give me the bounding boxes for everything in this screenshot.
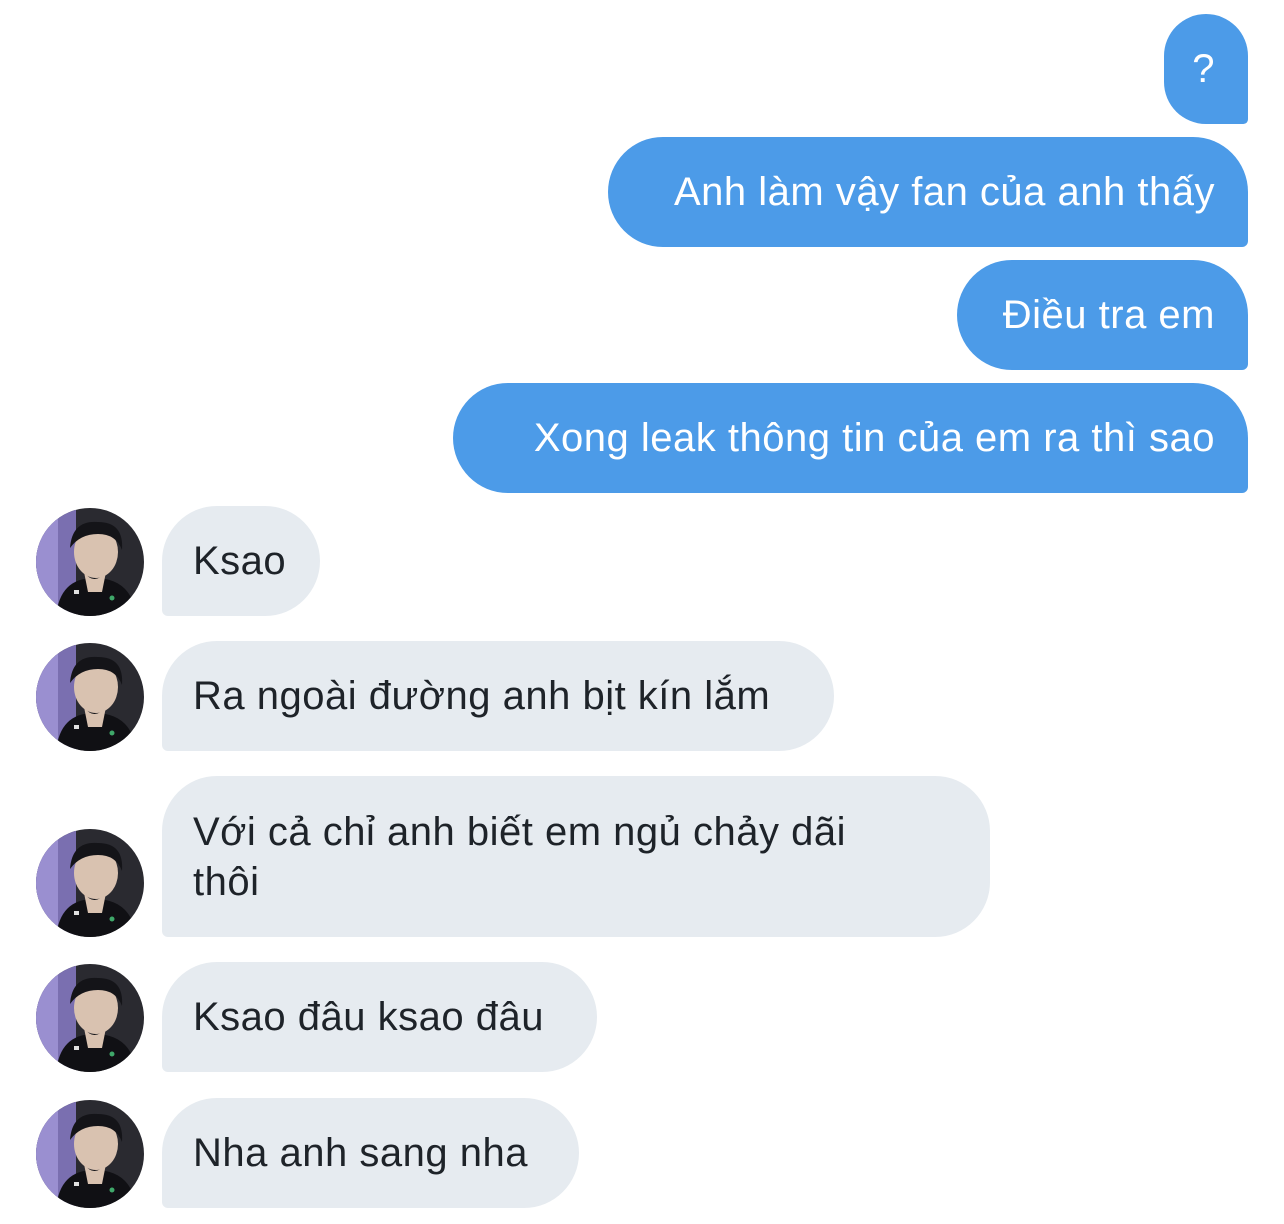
message-text: ? bbox=[1192, 47, 1215, 91]
avatar-image bbox=[36, 1100, 144, 1208]
message-text: Ra ngoài đường anh bịt kín lắm bbox=[193, 674, 771, 718]
message-text: Nha anh sang nha bbox=[193, 1131, 528, 1175]
received-message[interactable]: Ra ngoài đường anh bịt kín lắm bbox=[162, 641, 834, 751]
avatar-image bbox=[36, 643, 144, 751]
avatar-image bbox=[36, 964, 144, 1072]
avatar-image bbox=[36, 829, 144, 937]
avatar[interactable] bbox=[36, 643, 144, 751]
avatar-image bbox=[36, 508, 144, 616]
avatar[interactable] bbox=[36, 964, 144, 1072]
message-line: Với cả chỉ anh biết em ngủ chảy dãi bbox=[193, 809, 846, 854]
message-text: Anh làm vậy fan của anh thấy bbox=[674, 170, 1215, 214]
message-text: Với cả chỉ anh biết em ngủ chảy dãi thôi bbox=[193, 807, 846, 907]
sent-message[interactable]: ? bbox=[1164, 14, 1248, 124]
message-text: Ksao bbox=[193, 539, 287, 583]
sent-message[interactable]: Điều tra em bbox=[957, 260, 1248, 370]
avatar[interactable] bbox=[36, 829, 144, 937]
message-text: Xong leak thông tin của em ra thì sao bbox=[533, 416, 1215, 460]
received-message[interactable]: Nha anh sang nha bbox=[162, 1098, 579, 1208]
received-message[interactable]: Với cả chỉ anh biết em ngủ chảy dãi thôi bbox=[162, 776, 990, 937]
message-text: Ksao đâu ksao đâu bbox=[193, 995, 544, 1039]
avatar[interactable] bbox=[36, 508, 144, 616]
avatar[interactable] bbox=[36, 1100, 144, 1208]
sent-message[interactable]: Anh làm vậy fan của anh thấy bbox=[608, 137, 1248, 247]
sent-message[interactable]: Xong leak thông tin của em ra thì sao bbox=[453, 383, 1248, 493]
message-line: thôi bbox=[193, 859, 260, 904]
received-message[interactable]: Ksao bbox=[162, 506, 320, 616]
message-text: Điều tra em bbox=[1002, 293, 1215, 337]
chat-thread: ? Anh làm vậy fan của anh thấy Điều tra … bbox=[0, 0, 1284, 1224]
received-message[interactable]: Ksao đâu ksao đâu bbox=[162, 962, 597, 1072]
